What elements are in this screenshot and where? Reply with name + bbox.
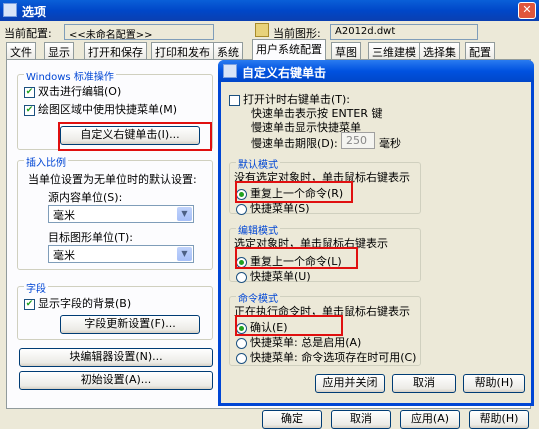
window-title: 选项 <box>22 5 47 19</box>
command-menu-options-label: 快捷菜单: 命令选项存在时可用(C) <box>250 351 417 364</box>
highlight-box <box>235 315 343 336</box>
initial-setup-button[interactable]: 初始设置(A)... <box>19 371 213 390</box>
tab-user-prefs[interactable]: 用户系统配置 <box>252 39 326 60</box>
chevron-down-icon: ▼ <box>177 247 192 261</box>
command-menu-options-radio[interactable]: 快捷菜单: 命令选项存在时可用(C) <box>236 349 416 365</box>
source-units-value: 毫米 <box>53 209 75 222</box>
highlight-box <box>235 247 358 269</box>
tab-profiles[interactable]: 配置 <box>465 42 495 59</box>
check-icon: ✔ <box>24 104 35 116</box>
current-config-value: <<未命名配置>> <box>64 24 214 41</box>
apply-button[interactable]: 应用(A) <box>400 410 460 429</box>
field-update-button[interactable]: 字段更新设置(F)... <box>60 315 200 334</box>
radio-dot <box>236 352 247 364</box>
custom-right-click-dialog: 自定义右键单击 打开计时右键单击(T): 快速单击表示按 ENTER 键 慢速单… <box>218 60 534 406</box>
dialog-body: 打开计时右键单击(T): 快速单击表示按 ENTER 键 慢速单击显示快捷菜单 … <box>221 82 531 403</box>
target-units-label: 目标图形单位(T): <box>48 231 134 244</box>
insert-scale-group: 插入比例 当单位设置为无单位时的默认设置: 源内容单位(S): 毫米 ▼ 目标图形… <box>17 154 213 270</box>
shortcut-checkbox[interactable]: ✔ 绘图区域中使用快捷菜单(M) <box>24 101 177 117</box>
show-field-bg-checkbox[interactable]: ✔ 显示字段的背景(B) <box>24 295 131 311</box>
tab-open-save[interactable]: 打开和保存 <box>84 42 147 59</box>
highlight-box <box>235 181 353 203</box>
ok-button[interactable]: 确定 <box>262 410 322 429</box>
dblclick-checkbox[interactable]: ✔ 双击进行编辑(O) <box>24 83 121 99</box>
tab-selection[interactable]: 选择集 <box>419 42 460 59</box>
insert-desc: 当单位设置为无单位时的默认设置: <box>28 173 197 186</box>
chevron-down-icon: ▼ <box>177 207 192 221</box>
show-field-bg-label: 显示字段的背景(B) <box>38 297 132 310</box>
app-icon <box>3 3 17 17</box>
target-units-select[interactable]: 毫米 ▼ <box>48 245 194 263</box>
radio-dot <box>236 271 247 283</box>
help-button[interactable]: 帮助(H) <box>469 410 529 429</box>
dialog-help-button[interactable]: 帮助(H) <box>463 374 525 393</box>
tab-files[interactable]: 文件 <box>6 42 36 59</box>
check-icon: ✔ <box>24 86 35 98</box>
command-menu-always-label: 快捷菜单: 总是启用(A) <box>250 336 362 349</box>
default-menu-label: 快捷菜单(S) <box>250 202 310 215</box>
insert-group-label: 插入比例 <box>24 154 68 169</box>
tab-display[interactable]: 显示 <box>44 42 74 59</box>
current-drawing-value: A2012d.dwt <box>330 24 478 40</box>
dblclick-label: 双击进行编辑(O) <box>38 85 122 98</box>
window-title-bar: 选项 ✕ <box>0 0 539 21</box>
block-editor-button[interactable]: 块编辑器设置(N)... <box>19 348 213 367</box>
tab-3d[interactable]: 三维建模 <box>368 42 420 59</box>
radio-dot <box>236 337 247 349</box>
cancel-button[interactable]: 取消 <box>331 410 391 429</box>
field-group: 字段 ✔ 显示字段的背景(B) 字段更新设置(F)... <box>17 280 213 340</box>
dialog-title-bar: 自定义右键单击 <box>218 60 534 82</box>
period-unit: 毫秒 <box>379 137 401 150</box>
radio-dot <box>236 203 247 215</box>
highlight-box <box>58 122 212 151</box>
dialog-cancel-button[interactable]: 取消 <box>392 374 456 393</box>
command-menu-always-radio[interactable]: 快捷菜单: 总是启用(A) <box>236 334 361 350</box>
current-config-label: 当前配置: <box>4 27 52 40</box>
shortcut-label: 绘图区域中使用快捷菜单(M) <box>38 103 178 116</box>
edit-menu-label: 快捷菜单(U) <box>250 270 311 283</box>
field-group-label: 字段 <box>24 280 48 295</box>
tab-system[interactable]: 系统 <box>213 42 243 59</box>
tab-drafting[interactable]: 草图 <box>331 42 361 59</box>
checkbox-box <box>229 94 240 106</box>
windows-group-label: Windows 标准操作 <box>24 68 116 83</box>
check-icon: ✔ <box>24 298 35 310</box>
drawing-icon <box>255 23 269 37</box>
source-units-label: 源内容单位(S): <box>48 191 123 204</box>
close-icon[interactable]: ✕ <box>518 2 536 19</box>
edit-menu-radio[interactable]: 快捷菜单(U) <box>236 268 311 284</box>
period-label: 慢速单击期限(D): <box>251 137 338 150</box>
app-icon <box>223 64 237 78</box>
target-units-value: 毫米 <box>53 249 75 262</box>
apply-close-button[interactable]: 应用并关闭 <box>315 374 385 393</box>
source-units-select[interactable]: 毫米 ▼ <box>48 205 194 223</box>
tab-plot[interactable]: 打印和发布 <box>151 42 214 59</box>
dialog-title: 自定义右键单击 <box>242 66 327 80</box>
period-input[interactable]: 250 <box>341 132 375 149</box>
